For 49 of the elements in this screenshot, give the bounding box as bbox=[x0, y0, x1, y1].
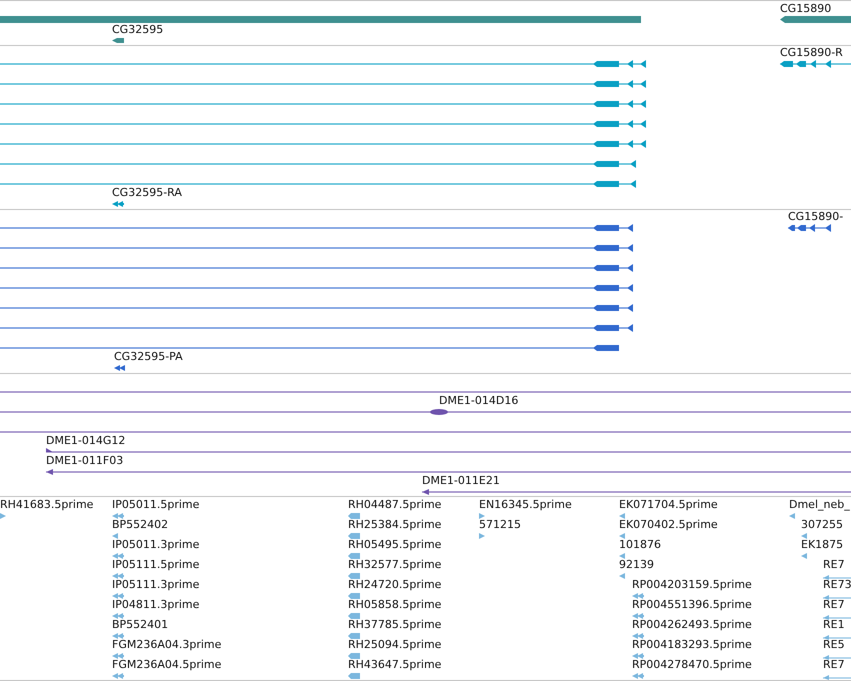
feature-label: FGM236A04.5prime bbox=[112, 658, 222, 671]
feature-label: RE7 bbox=[823, 598, 845, 611]
feature-label: RH43647.5prime bbox=[348, 658, 442, 671]
feature-label: Dmel_neb_ bbox=[789, 498, 850, 511]
feature-label: FGM236A04.3prime bbox=[112, 638, 222, 651]
feature-label: RH04487.5prime bbox=[348, 498, 442, 511]
feature-label: IP05011.5prime bbox=[112, 498, 200, 511]
feature-label: EK1875 bbox=[801, 538, 844, 551]
feature-label: BP552402 bbox=[112, 518, 168, 531]
feature-label: DME1-014G12 bbox=[46, 434, 126, 447]
feature-label: RP004551396.5prime bbox=[632, 598, 752, 611]
feature-label: RE73 bbox=[823, 578, 851, 591]
feature-label: DME1-011E21 bbox=[422, 474, 500, 487]
feature-label: RP004278470.5prime bbox=[632, 658, 752, 671]
feature-label: IP04811.3prime bbox=[112, 598, 200, 611]
feature-label: RH24720.5prime bbox=[348, 578, 442, 591]
feature-label: RH25094.5prime bbox=[348, 638, 442, 651]
feature-label: CG15890 bbox=[780, 2, 832, 15]
feature-label: RH37785.5prime bbox=[348, 618, 442, 631]
feature-label: CG32595 bbox=[112, 23, 164, 36]
feature-label: RP004183293.5prime bbox=[632, 638, 752, 651]
feature-label: RE7 bbox=[823, 658, 845, 671]
feature-label: EK071704.5prime bbox=[619, 498, 718, 511]
feature-label: CG15890-R bbox=[780, 46, 843, 59]
feature-label: RH32577.5prime bbox=[348, 558, 442, 571]
feature-label: CG32595-PA bbox=[114, 350, 183, 363]
feature-label: IP05111.3prime bbox=[112, 578, 200, 591]
feature-label: RE1 bbox=[823, 618, 845, 631]
feature-label: RH05858.5prime bbox=[348, 598, 442, 611]
feature-label: RE7 bbox=[823, 558, 845, 571]
feature-label: RH41683.5prime bbox=[0, 498, 94, 511]
feature-label: RP004203159.5prime bbox=[632, 578, 752, 591]
feature-label: 571215 bbox=[479, 518, 521, 531]
feature-label: RH25384.5prime bbox=[348, 518, 442, 531]
feature-label: RH05495.5prime bbox=[348, 538, 442, 551]
feature-label: IP05011.3prime bbox=[112, 538, 200, 551]
feature-label: 307255 bbox=[801, 518, 843, 531]
feature-label: CG15890- bbox=[788, 210, 844, 223]
feature-label: IP05111.5prime bbox=[112, 558, 200, 571]
feature-label: EK070402.5prime bbox=[619, 518, 718, 531]
feature-label: CG32595-RA bbox=[112, 186, 182, 199]
feature-label: 101876 bbox=[619, 538, 661, 551]
feature-label: RP004262493.5prime bbox=[632, 618, 752, 631]
feature-label: EN16345.5prime bbox=[479, 498, 572, 511]
feature-label: DME1-011F03 bbox=[46, 454, 124, 467]
feature-label: BP552401 bbox=[112, 618, 168, 631]
feature-label: DME1-014D16 bbox=[439, 394, 518, 407]
feature-label: 92139 bbox=[619, 558, 654, 571]
feature-label: RE5 bbox=[823, 638, 845, 651]
